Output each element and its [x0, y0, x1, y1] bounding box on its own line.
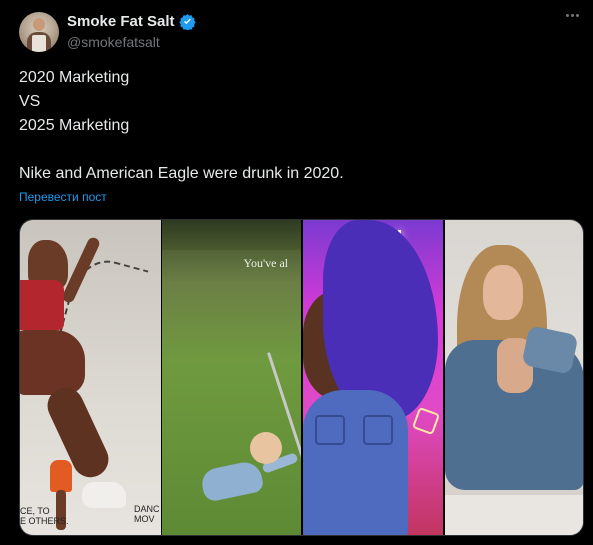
small-figure [50, 460, 72, 492]
figure-top [20, 280, 64, 330]
figure-shorts [20, 330, 85, 395]
tweet-line: Nike and American Eagle were drunk in 20… [19, 165, 344, 182]
tweet-line: VS [19, 93, 41, 110]
baby-head [249, 432, 282, 464]
floor [444, 495, 583, 535]
verified-badge-icon [178, 14, 196, 30]
tweet: Smoke Fat Salt @smokefatsalt 2020 Market… [0, 0, 593, 545]
media-image-golf-baby[interactable]: You've al [161, 220, 301, 535]
tweet-text: 2020 Marketing VS 2025 Marketing Nike an… [19, 66, 344, 186]
tweet-line: 2025 Marketing [19, 117, 130, 134]
figure-jeans [303, 390, 408, 535]
avatar-figure-head [33, 18, 45, 31]
ad-overlay-text: You've al [243, 256, 289, 270]
avatar-figure-apron [32, 35, 46, 52]
baby-body [198, 459, 265, 503]
tweet-line: 2020 Marketing [19, 69, 130, 86]
tweet-line-blank [19, 138, 344, 162]
figure-face [482, 265, 523, 320]
media-grid[interactable]: CE, TO E OTHERS. DANC MOV You've al [19, 219, 584, 536]
author-handle[interactable]: @smokefatsalt [67, 34, 160, 50]
media-image-american-eagle-2020[interactable] [303, 220, 443, 535]
more-horizontal-icon[interactable] [566, 14, 579, 17]
tree-line [161, 220, 301, 250]
avatar[interactable] [19, 12, 59, 52]
neon-shape [411, 406, 441, 436]
author-display-name[interactable]: Smoke Fat Salt [67, 13, 175, 30]
jeans-pocket [315, 415, 345, 445]
media-image-american-eagle-2025[interactable] [444, 220, 583, 535]
translate-post-link[interactable]: Перевести пост [19, 190, 107, 204]
jeans-pocket [363, 415, 393, 445]
figure-shoe [82, 482, 126, 508]
ad-caption-left: CE, TO E OTHERS. [20, 506, 69, 526]
ad-caption-right: DANC MOV [134, 504, 160, 524]
media-image-nike-2020[interactable]: CE, TO E OTHERS. DANC MOV [20, 220, 161, 535]
author-name-row: Smoke Fat Salt [67, 13, 196, 30]
